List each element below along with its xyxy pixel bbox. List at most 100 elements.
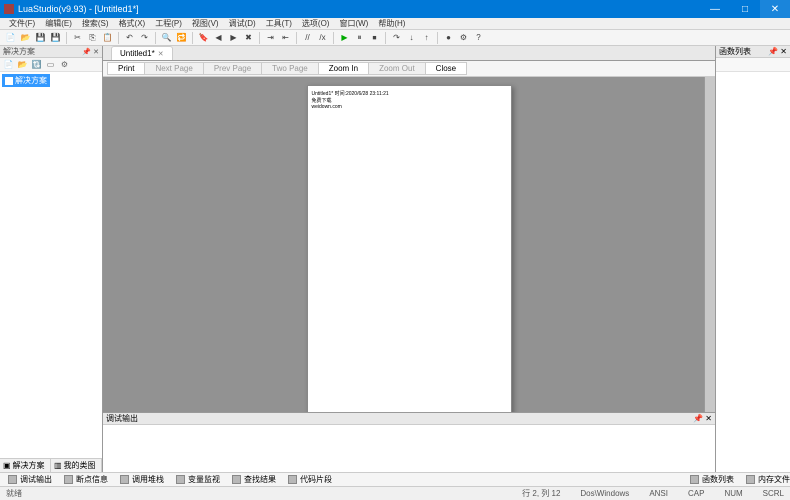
menu-search[interactable]: 搜索(S)	[77, 18, 114, 29]
menu-tool[interactable]: 工具(T)	[261, 18, 297, 29]
menu-edit[interactable]: 编辑(E)	[40, 18, 77, 29]
menu-view[interactable]: 视图(V)	[187, 18, 224, 29]
undo-icon[interactable]: ↶	[123, 31, 136, 44]
zoom-out-button[interactable]: Zoom Out	[368, 62, 426, 75]
zoom-in-button[interactable]: Zoom In	[318, 62, 369, 75]
pin-icon[interactable]: 📌	[82, 49, 91, 56]
comment-icon[interactable]: //	[301, 31, 314, 44]
menu-help[interactable]: 帮助(H)	[373, 18, 410, 29]
center-panel: Untitled1* ✕ Print Next Page Prev Page T…	[103, 46, 715, 472]
solution-tree[interactable]: 解决方案	[0, 72, 102, 458]
print-button[interactable]: Print	[107, 62, 145, 75]
bottom-tab-function-list[interactable]: 函数列表	[690, 474, 734, 485]
bottom-tab-callstack[interactable]: 调用堆栈	[120, 474, 164, 485]
next-page-button[interactable]: Next Page	[144, 62, 203, 75]
prev-page-button[interactable]: Prev Page	[203, 62, 262, 75]
stop-icon[interactable]: ⏹	[368, 31, 381, 44]
indent-icon[interactable]: ⇥	[264, 31, 277, 44]
page-line-1: 免费下载	[312, 97, 507, 104]
bookmark-clear-icon[interactable]: ✖	[242, 31, 255, 44]
properties-icon[interactable]: ⚙	[59, 59, 70, 70]
menu-debug[interactable]: 调试(D)	[224, 18, 261, 29]
menu-window[interactable]: 窗口(W)	[334, 18, 373, 29]
find-results-icon	[232, 475, 241, 484]
breakpoint-icon[interactable]: ●	[442, 31, 455, 44]
solution-root-node[interactable]: 解决方案	[2, 74, 50, 87]
open-file-icon[interactable]: 📂	[19, 31, 32, 44]
menu-project[interactable]: 工程(P)	[150, 18, 187, 29]
save-icon[interactable]: 💾	[34, 31, 47, 44]
new-file-icon[interactable]: 📄	[4, 31, 17, 44]
solution-tab-icon: ▣	[3, 461, 11, 470]
step-over-icon[interactable]: ↷	[390, 31, 403, 44]
panel-close-icon[interactable]: ✕	[93, 49, 99, 56]
bookmark-next-icon[interactable]: ▶	[227, 31, 240, 44]
doc-tab-untitled1[interactable]: Untitled1* ✕	[111, 46, 173, 60]
bottom-tab-variables[interactable]: 变量监视	[176, 474, 220, 485]
funclist-icon	[690, 475, 699, 484]
status-cap: CAP	[688, 489, 704, 498]
output-pin-icon[interactable]: 📌	[693, 414, 703, 423]
debug-output-header: 调试输出 📌 ✕	[103, 413, 715, 425]
step-into-icon[interactable]: ↓	[405, 31, 418, 44]
pause-icon[interactable]: ⏸	[353, 31, 366, 44]
window-title: LuaStudio(v9.93) - [Untitled1*]	[18, 4, 700, 14]
settings-icon[interactable]: ⚙	[457, 31, 470, 44]
redo-icon[interactable]: ↷	[138, 31, 151, 44]
copy-icon[interactable]: ⎘	[86, 31, 99, 44]
close-button[interactable]: ✕	[760, 0, 790, 18]
memfiles-icon	[746, 475, 755, 484]
doc-tab-label: Untitled1*	[120, 49, 155, 58]
right-pin-icon[interactable]: 📌	[768, 47, 778, 56]
statusbar: 就绪 行 2, 列 12 Dos\Windows ANSI CAP NUM SC…	[0, 486, 790, 500]
debug-output-panel: 调试输出 📌 ✕	[103, 412, 715, 472]
outdent-icon[interactable]: ⇤	[279, 31, 292, 44]
open-solution-icon[interactable]: 📂	[17, 59, 28, 70]
step-out-icon[interactable]: ↑	[420, 31, 433, 44]
menu-option[interactable]: 选项(O)	[297, 18, 335, 29]
collapse-icon[interactable]: ▭	[45, 59, 56, 70]
debug-output-body[interactable]	[103, 425, 715, 472]
right-close-icon[interactable]: ✕	[780, 47, 787, 56]
breakpoints-icon	[64, 475, 73, 484]
find-icon[interactable]: 🔍	[160, 31, 173, 44]
status-scrl: SCRL	[763, 489, 784, 498]
output-close-icon[interactable]: ✕	[705, 414, 712, 423]
app-icon	[4, 4, 14, 14]
uncomment-icon[interactable]: /x	[316, 31, 329, 44]
close-preview-button[interactable]: Close	[425, 62, 467, 75]
save-all-icon[interactable]: 💾	[49, 31, 62, 44]
tab-solution[interactable]: ▣ 解决方案	[0, 459, 51, 472]
two-page-button[interactable]: Two Page	[261, 62, 319, 75]
folder-icon	[5, 77, 13, 85]
bookmark-prev-icon[interactable]: ◀	[212, 31, 225, 44]
status-num: NUM	[724, 489, 742, 498]
bottom-tab-code-frags[interactable]: 代码片段	[288, 474, 332, 485]
paste-icon[interactable]: 📋	[101, 31, 114, 44]
cut-icon[interactable]: ✂	[71, 31, 84, 44]
bottom-tab-breakpoints[interactable]: 断点信息	[64, 474, 108, 485]
new-solution-icon[interactable]: 📄	[3, 59, 14, 70]
titlebar: LuaStudio(v9.93) - [Untitled1*] — □ ✕	[0, 0, 790, 18]
help-icon[interactable]: ?	[472, 31, 485, 44]
function-list-item[interactable]	[716, 58, 790, 72]
minimize-button[interactable]: —	[700, 0, 730, 18]
bookmark-icon[interactable]: 🔖	[197, 31, 210, 44]
tab-classes[interactable]: ▥ 我的类图	[51, 459, 102, 472]
maximize-button[interactable]: □	[730, 0, 760, 18]
bottom-tab-memory-files[interactable]: 内存文件	[746, 474, 790, 485]
document-preview-area[interactable]: Untitled1* 时间:2020/6/28 23:11:21 免费下载 we…	[103, 77, 715, 412]
solution-root-label: 解决方案	[15, 75, 47, 86]
debug-output-icon	[8, 475, 17, 484]
menu-file[interactable]: 文件(F)	[4, 18, 40, 29]
function-list-label: 函数列表	[719, 46, 751, 57]
status-charset: ANSI	[649, 489, 668, 498]
bottom-tab-find-results[interactable]: 查找结果	[232, 474, 276, 485]
replace-icon[interactable]: 🔁	[175, 31, 188, 44]
run-icon[interactable]: ▶	[338, 31, 351, 44]
refresh-icon[interactable]: 🔃	[31, 59, 42, 70]
solution-panel-header: 解决方案 📌 ✕	[0, 46, 102, 58]
bottom-tab-debug-output[interactable]: 调试输出	[8, 474, 52, 485]
doc-tab-close-icon[interactable]: ✕	[158, 50, 164, 58]
menu-format[interactable]: 格式(X)	[114, 18, 151, 29]
